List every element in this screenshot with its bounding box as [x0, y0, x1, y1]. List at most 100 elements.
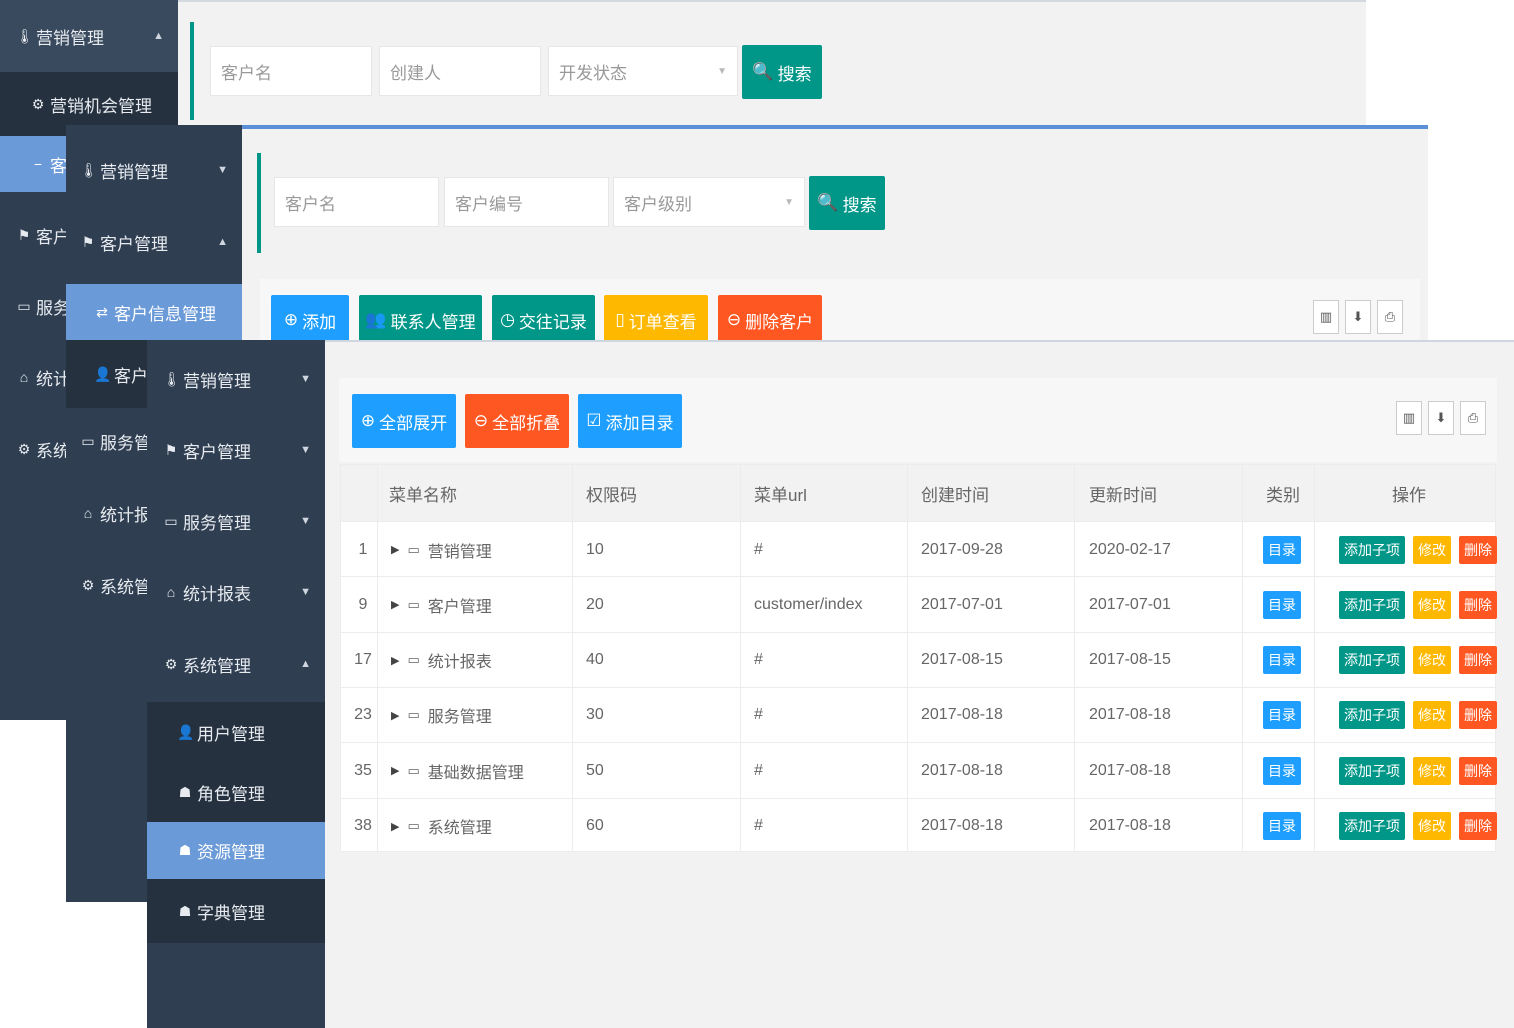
edit-button[interactable]: 修改: [1413, 590, 1451, 619]
window-icon: ▭: [407, 541, 420, 557]
customer-level-select[interactable]: 客户级别 ▼: [613, 177, 805, 227]
caret-right-icon[interactable]: ▶: [391, 709, 399, 722]
customer-name-input[interactable]: 客户名: [210, 46, 372, 96]
edit-button[interactable]: 修改: [1413, 646, 1451, 675]
row-created: 2017-07-01: [921, 595, 1003, 613]
chevron-down-icon: ▼: [217, 164, 228, 176]
chevron-down-icon: ▼: [300, 515, 311, 527]
customer-name-input[interactable]: 客户名: [274, 177, 439, 227]
dev-status-select[interactable]: 开发状态 ▼: [548, 46, 738, 96]
plus-circle-icon: ⊕: [360, 411, 376, 430]
delete-button[interactable]: 删除: [1459, 756, 1497, 785]
nav-service[interactable]: ▭ 服务管理 ▼: [147, 486, 325, 556]
table-row[interactable]: 23 ▶ ▭ 服务管理 30 #2017-08-18 2017-08-18 目录 添加子项 修改删…: [341, 686, 1497, 743]
add-child-button[interactable]: 添加子项: [1339, 535, 1405, 564]
row-url: #: [754, 651, 763, 669]
nav-customer[interactable]: ⚑ 客户管理 ▼: [147, 415, 325, 485]
row-code: 20: [586, 595, 604, 613]
creator-input[interactable]: 创建人: [379, 46, 541, 96]
edit-button[interactable]: 修改: [1413, 756, 1451, 785]
nav-marketing[interactable]: 🌡 营销管理 ▲: [0, 0, 178, 72]
caret-right-icon[interactable]: ▶: [391, 543, 399, 556]
caret-right-icon[interactable]: ▶: [391, 764, 399, 777]
nav-system[interactable]: ⚙ 系统管理 ▲: [147, 629, 325, 699]
print-icon[interactable]: ⎙: [1460, 401, 1486, 435]
row-code: 40: [586, 651, 604, 669]
edit-button[interactable]: 修改: [1413, 535, 1451, 564]
export-icon[interactable]: ⬇: [1428, 401, 1454, 435]
delete-customer-button[interactable]: ⊖ 删除客户: [718, 295, 822, 345]
nav-users[interactable]: 👤 用户管理: [147, 702, 325, 762]
nav-resources[interactable]: ☗ 资源管理: [147, 822, 325, 879]
nav-roles[interactable]: ☗ 角色管理: [147, 762, 325, 822]
orders-button[interactable]: ▯ 订单查看: [604, 295, 708, 345]
row-type: 目录: [1263, 799, 1301, 854]
edit-button[interactable]: 修改: [1413, 701, 1451, 730]
edit-button[interactable]: 修改: [1413, 812, 1451, 840]
nav-label: 营销管理: [183, 371, 251, 391]
table-row[interactable]: 17 ▶ ▭ 统计报表 40 #2017-08-15 2017-08-15 目录 添加子项 修改删…: [341, 631, 1497, 688]
search-button[interactable]: 🔍 搜索: [742, 45, 822, 99]
search-accent: [190, 22, 194, 120]
table-row[interactable]: 9 ▶ ▭ 客户管理 20 customer/index 2017-07-01 2017-07…: [341, 576, 1497, 632]
add-directory-button[interactable]: ☑ 添加目录: [578, 394, 682, 448]
nav-marketing[interactable]: 🌡 营销管理 ▼: [66, 135, 242, 205]
add-child-button[interactable]: 添加子项: [1339, 701, 1405, 730]
delete-button[interactable]: 删除: [1459, 812, 1497, 840]
add-child-button[interactable]: 添加子项: [1339, 812, 1405, 840]
delete-button[interactable]: 删除: [1459, 590, 1497, 619]
nav-service-partial[interactable]: ▭ 服务: [0, 276, 70, 336]
nav-label: 客户: [114, 366, 148, 386]
chevron-down-icon: ▼: [717, 65, 727, 77]
nav-customer-info[interactable]: ⇄ 客户信息管理: [66, 284, 242, 340]
customer-no-input[interactable]: 客户编号: [444, 177, 609, 227]
delete-button[interactable]: 删除: [1459, 646, 1497, 675]
nav-dictionary[interactable]: ☗ 字典管理: [147, 879, 325, 943]
home-icon: ⌂: [166, 584, 176, 600]
row-created: 2017-08-15: [921, 651, 1003, 669]
window-icon: ▭: [407, 652, 420, 668]
row-type: 目录: [1263, 522, 1301, 577]
caret-right-icon[interactable]: ▶: [391, 820, 399, 833]
contacts-button[interactable]: 👥 联系人管理: [359, 295, 482, 345]
cogs-icon: ⚙: [17, 440, 31, 457]
export-icon[interactable]: ⬇: [1345, 300, 1371, 334]
table-row[interactable]: 35 ▶ ▭ 基础数据管理 50 #2017-08-18 2017-08-18 目录 添加子项修…: [341, 742, 1497, 798]
print-icon[interactable]: ⎙: [1377, 300, 1403, 334]
collapse-all-button[interactable]: ⊖ 全部折叠: [465, 394, 569, 448]
home-icon: ⌂: [19, 369, 29, 385]
gear-icon: ⚙: [31, 95, 45, 112]
row-created: 2017-08-18: [921, 706, 1003, 724]
nav-marketing[interactable]: 🌡 营销管理 ▼: [147, 344, 325, 414]
row-id: 1: [358, 540, 368, 558]
columns-icon[interactable]: ▥: [1313, 300, 1339, 334]
caret-right-icon[interactable]: ▶: [391, 598, 399, 611]
row-id: 23: [354, 706, 372, 724]
chevron-down-icon: ▼: [300, 444, 311, 456]
search-button[interactable]: 🔍 搜索: [809, 176, 885, 230]
table-row[interactable]: 1 ▶ ▭ 营销管理 10 #2017-09-28 2020-02-17 目录 添加子项 修改 删除: [341, 521, 1497, 577]
delete-button[interactable]: 删除: [1459, 535, 1497, 564]
sidebar-3: 🌡 营销管理 ▼ ⚑ 客户管理 ▼ ▭ 服务管理 ▼ ⌂ 统计报表 ▼ ⚙ 系统…: [147, 340, 325, 1028]
type-badge: 目录: [1263, 812, 1301, 840]
user-icon: 👤: [177, 723, 195, 740]
add-child-button[interactable]: 添加子项: [1339, 590, 1405, 619]
row-name: 营销管理: [427, 543, 492, 561]
add-child-button[interactable]: 添加子项: [1339, 646, 1405, 675]
row-name-cell: ▶ ▭ 服务管理: [391, 688, 492, 743]
nav-label: 服务管理: [183, 513, 251, 533]
delete-button[interactable]: 删除: [1459, 701, 1497, 730]
expand-all-button[interactable]: ⊕ 全部展开: [352, 394, 456, 448]
nav-customer[interactable]: ⚑ 客户管理 ▲: [66, 207, 242, 277]
records-button[interactable]: ◷ 交往记录: [492, 295, 595, 345]
columns-icon[interactable]: ▥: [1396, 401, 1422, 435]
caret-right-icon[interactable]: ▶: [391, 654, 399, 667]
add-child-button[interactable]: 添加子项: [1339, 756, 1405, 785]
add-button[interactable]: ⊕ 添加: [271, 295, 349, 345]
row-name: 服务管理: [427, 709, 492, 727]
row-updated: 2020-02-17: [1089, 540, 1171, 558]
row-updated: 2017-08-18: [1089, 817, 1171, 834]
nav-stats[interactable]: ⌂ 统计报表 ▼: [147, 557, 325, 627]
table-row[interactable]: 38 ▶ ▭ 系统管理 60 #2017-08-18 2017-08-18 目录 添加子项 修改删…: [341, 797, 1497, 854]
window-layer-3: 🌡 营销管理 ▼ ⚑ 客户管理 ▼ ▭ 服务管理 ▼ ⌂ 统计报表 ▼ ⚙ 系统…: [147, 340, 1514, 1028]
